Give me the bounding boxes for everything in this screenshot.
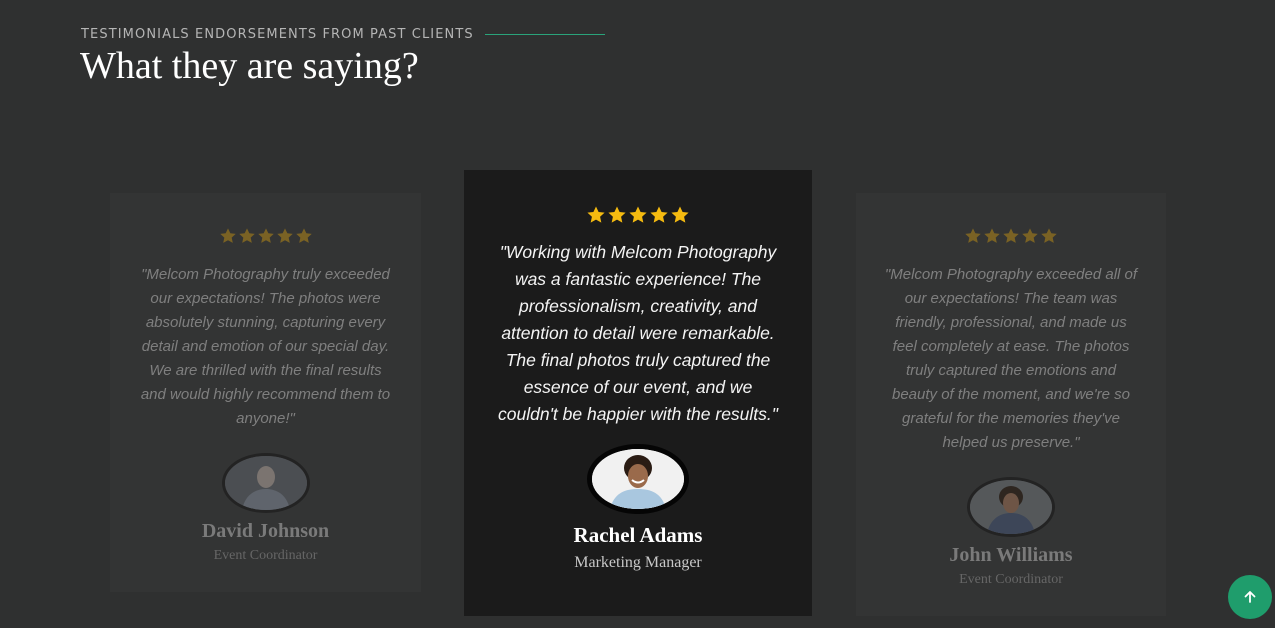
- star-icon: [629, 206, 647, 223]
- person-name: John Williams: [949, 544, 1073, 566]
- star-icon: [1022, 228, 1038, 243]
- arrow-up-icon: [1244, 591, 1256, 603]
- rating-stars: [219, 227, 313, 245]
- testimonial-card: "Melcom Photography exceeded all of our …: [856, 193, 1166, 616]
- person-photo-icon: [221, 453, 310, 513]
- star-icon: [1041, 228, 1057, 243]
- star-icon: [587, 206, 605, 223]
- section-eyebrow: TESTIMONIALS ENDORSEMENTS FROM PAST CLIE…: [81, 27, 605, 42]
- person-name: David Johnson: [201, 520, 330, 542]
- person-role: Marketing Manager: [574, 554, 702, 571]
- person-role: Event Coordinator: [959, 572, 1063, 587]
- rating-stars: [586, 205, 690, 225]
- star-icon: [257, 228, 274, 243]
- testimonial-card-active: "Working with Melcom Photography was a f…: [464, 170, 812, 616]
- section-title: What they are saying?: [80, 45, 419, 87]
- star-icon: [276, 228, 293, 243]
- person-role: Event Coordinator: [213, 548, 318, 563]
- star-icon: [984, 228, 1000, 243]
- star-icon: [650, 206, 668, 223]
- star-icon: [965, 228, 981, 243]
- scroll-to-top-button[interactable]: [1228, 575, 1272, 619]
- star-icon: [608, 206, 626, 223]
- star-icon: [671, 206, 689, 223]
- star-icon: [1003, 228, 1019, 243]
- person-photo-icon: [967, 477, 1055, 537]
- testimonial-quote: "Working with Melcom Photography was a f…: [498, 242, 778, 424]
- eyebrow-text: TESTIMONIALS ENDORSEMENTS FROM PAST CLIE…: [81, 27, 474, 42]
- rating-stars: [964, 227, 1058, 245]
- testimonial-card: "Melcom Photography truly exceeded our e…: [110, 193, 421, 592]
- testimonial-quote: "Melcom Photography exceeded all of our …: [884, 266, 1138, 451]
- person-name: Rachel Adams: [573, 523, 703, 547]
- star-icon: [238, 228, 255, 243]
- eyebrow-divider: [484, 34, 605, 35]
- person-photo-icon: [587, 444, 689, 514]
- star-icon: [219, 228, 236, 243]
- testimonial-quote: "Melcom Photography truly exceeded our e…: [140, 266, 391, 427]
- star-icon: [295, 228, 312, 243]
